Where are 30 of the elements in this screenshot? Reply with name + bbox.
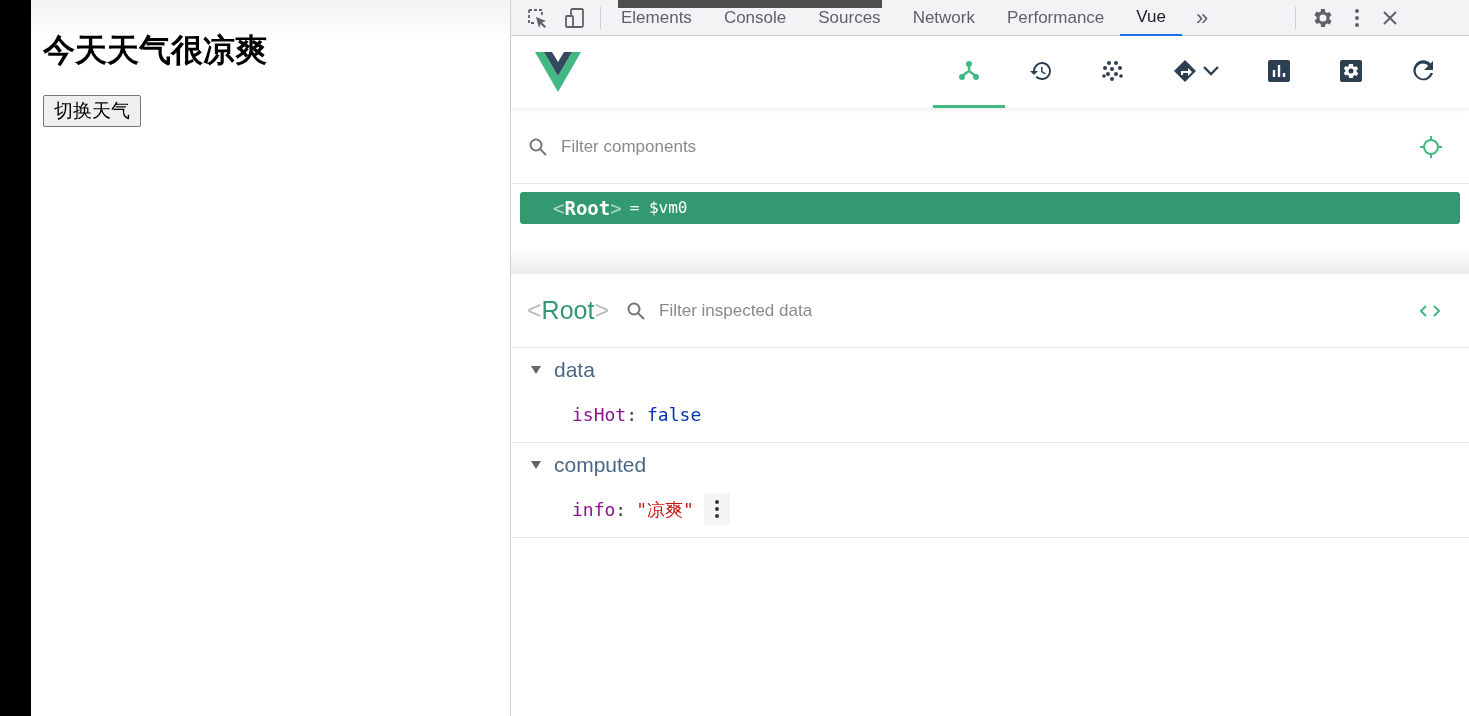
logo-icon xyxy=(535,52,581,92)
property-row-text: isHot: false xyxy=(572,402,702,427)
filter-components-field[interactable]: Filter components xyxy=(561,133,1420,160)
more-actions-button[interactable] xyxy=(703,493,730,525)
inspector-title: <Root> xyxy=(527,294,610,326)
search-icon xyxy=(529,137,547,156)
section-header[interactable]: computed xyxy=(511,443,647,487)
settings-icon xyxy=(1339,58,1363,83)
section-header[interactable]: data xyxy=(511,348,595,392)
more-tabs-button[interactable]: » xyxy=(1195,6,1209,29)
devtools-tab[interactable]: Performance xyxy=(991,0,1121,35)
devtools-tab[interactable]: Network xyxy=(896,0,991,35)
page-heading: 今天天气很凉爽 xyxy=(43,31,267,70)
property-row-text: info: "凉爽" xyxy=(572,497,694,522)
more-options-icon xyxy=(713,499,720,519)
component-tree-icon xyxy=(957,58,981,83)
device-toolbar-icon[interactable] xyxy=(564,6,586,29)
search-icon xyxy=(627,301,646,320)
toggle-weather-button[interactable]: 切换天气 xyxy=(43,95,141,127)
dot-grid-icon xyxy=(1101,58,1125,83)
filter-inspected-data-field[interactable]: Filter inspected data xyxy=(659,297,1420,324)
more-options-icon[interactable] xyxy=(1354,7,1361,28)
devtools-tab[interactable]: Vue xyxy=(1120,0,1182,36)
inspect-element-icon[interactable] xyxy=(526,6,548,29)
caret-icon xyxy=(1203,65,1219,76)
close-icon[interactable] xyxy=(1382,9,1399,26)
bar-chart-icon xyxy=(1267,58,1291,83)
signpost-icon xyxy=(1173,58,1197,83)
tree-row[interactable]: <Root> = $vm0 xyxy=(520,192,1460,224)
refresh-icon xyxy=(1411,58,1435,83)
